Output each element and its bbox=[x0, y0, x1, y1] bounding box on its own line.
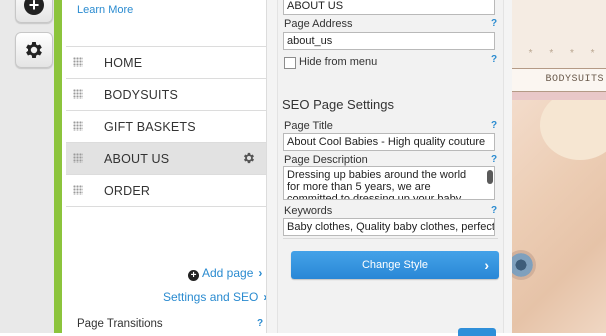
page-settings-gear-icon[interactable] bbox=[242, 151, 256, 165]
settings-form: ABOUT US Page Address ? about_us Hide fr… bbox=[277, 0, 504, 333]
hide-from-menu-label: Hide from menu bbox=[299, 56, 378, 68]
page-description-textarea[interactable]: Dressing up babies around the world for … bbox=[283, 166, 495, 200]
page-label: ORDER bbox=[104, 184, 151, 198]
seo-section-title: SEO Page Settings bbox=[282, 97, 395, 112]
help-icon[interactable]: ? bbox=[491, 18, 497, 29]
plus-circle-icon: + bbox=[24, 0, 44, 15]
site-preview: * * * * * * BODYSUITS bbox=[500, 0, 606, 333]
page-item-bodysuits[interactable]: BODYSUITS bbox=[66, 78, 266, 110]
drag-handle-icon[interactable] bbox=[73, 121, 83, 131]
keywords-label: Keywords bbox=[284, 205, 333, 217]
change-style-label: Change Style bbox=[361, 259, 429, 271]
hide-from-menu-checkbox[interactable] bbox=[284, 57, 296, 69]
drag-handle-icon[interactable] bbox=[73, 153, 83, 163]
page-name-input[interactable]: ABOUT US bbox=[283, 0, 495, 15]
help-icon[interactable]: ? bbox=[491, 154, 497, 165]
settings-button[interactable] bbox=[15, 32, 53, 68]
help-icon[interactable]: ? bbox=[491, 54, 497, 65]
textarea-scrollbar[interactable] bbox=[487, 168, 493, 198]
baby-photo bbox=[510, 100, 606, 333]
decorative-stars: * * * * * * bbox=[508, 48, 606, 59]
help-icon[interactable]: ? bbox=[491, 120, 497, 131]
page-title-input[interactable]: About Cool Babies - High quality couture bbox=[283, 133, 495, 151]
pages-panel: Learn More HOME BODYSUITS GIFT BASKETS A… bbox=[54, 0, 267, 333]
page-label: GIFT BASKETS bbox=[104, 120, 196, 134]
drag-handle-icon[interactable] bbox=[73, 57, 83, 67]
page-title-label: Page Title bbox=[284, 120, 333, 132]
keywords-input[interactable]: Baby clothes, Quality baby clothes, perf… bbox=[283, 218, 495, 236]
site-nav-item[interactable]: BODYSUITS bbox=[545, 74, 604, 85]
page-item-order[interactable]: ORDER bbox=[66, 174, 266, 207]
page-address-input[interactable]: about_us bbox=[283, 32, 495, 50]
help-icon[interactable]: ? bbox=[491, 205, 497, 216]
drag-handle-icon[interactable] bbox=[73, 89, 83, 99]
chevron-right-icon: › bbox=[484, 257, 489, 273]
add-page-label: Add page bbox=[202, 266, 254, 280]
chevron-right-icon: › bbox=[258, 266, 263, 280]
page-address-label: Page Address bbox=[284, 18, 353, 30]
help-icon[interactable]: ? bbox=[257, 318, 263, 329]
page-label: HOME bbox=[104, 56, 143, 70]
page-item-gift-baskets[interactable]: GIFT BASKETS bbox=[66, 110, 266, 142]
page-transitions-label: Page Transitions bbox=[77, 318, 163, 330]
drag-handle-icon[interactable] bbox=[73, 185, 83, 195]
page-item-about-us[interactable]: ABOUT US bbox=[66, 142, 266, 174]
add-page-link[interactable]: + Add page › bbox=[188, 266, 262, 281]
add-button[interactable]: + bbox=[15, 0, 53, 23]
page-settings-panel: ABOUT US Page Address ? about_us Hide fr… bbox=[266, 0, 512, 333]
page-description-text: Dressing up babies around the world for … bbox=[287, 169, 467, 200]
page-description-label: Page Description bbox=[284, 154, 368, 166]
learn-more-link[interactable]: Learn More bbox=[77, 4, 133, 16]
page-label: BODYSUITS bbox=[104, 88, 179, 102]
site-nav-bar: BODYSUITS bbox=[500, 68, 606, 92]
page-list: HOME BODYSUITS GIFT BASKETS ABOUT US ORD… bbox=[66, 46, 266, 207]
page-label: ABOUT US bbox=[104, 152, 170, 166]
settings-and-seo-link[interactable]: Settings and SEO› bbox=[163, 290, 267, 304]
gear-icon bbox=[26, 42, 42, 58]
page-item-home[interactable]: HOME bbox=[66, 46, 266, 78]
settings-and-seo-label: Settings and SEO bbox=[163, 290, 259, 304]
save-button[interactable] bbox=[458, 328, 496, 336]
site-pink-band bbox=[510, 92, 606, 100]
plus-circle-icon: + bbox=[188, 270, 199, 281]
divider bbox=[283, 238, 498, 239]
change-style-button[interactable]: Change Style › bbox=[291, 251, 499, 279]
